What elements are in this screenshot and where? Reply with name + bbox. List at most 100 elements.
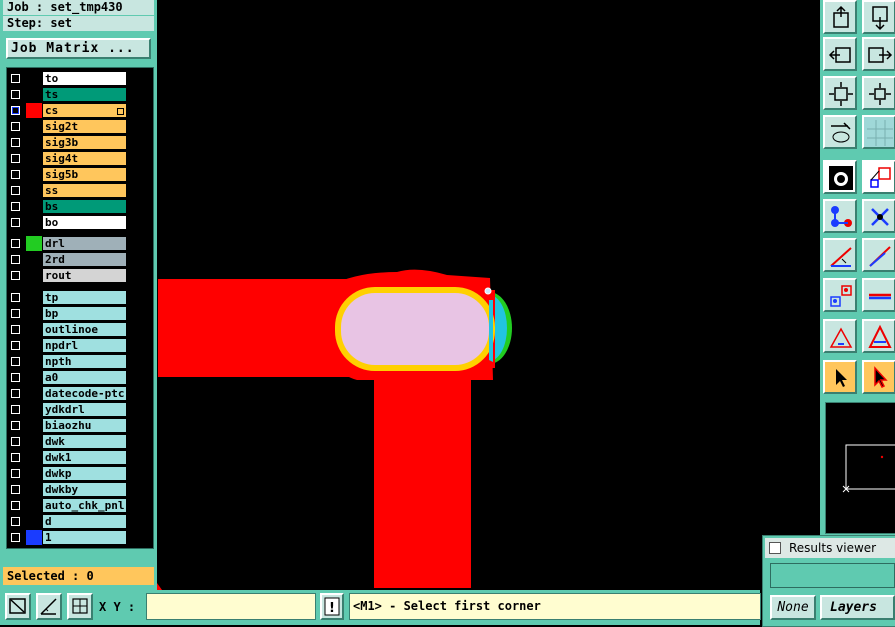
- delete-node-button[interactable]: [862, 199, 895, 233]
- layer-row[interactable]: tp: [7, 290, 132, 305]
- layer-color-swatch[interactable]: [26, 466, 42, 481]
- layer-checkbox[interactable]: [11, 271, 20, 280]
- layer-color-swatch[interactable]: [26, 103, 42, 118]
- layer-color-swatch[interactable]: [26, 306, 42, 321]
- layer-color-swatch[interactable]: [26, 514, 42, 529]
- layer-row[interactable]: bo: [7, 215, 132, 230]
- layer-name[interactable]: sig2t: [42, 119, 127, 134]
- layer-name[interactable]: to: [42, 71, 127, 86]
- layer-row[interactable]: npth: [7, 354, 132, 369]
- pan-left-button[interactable]: [823, 37, 857, 71]
- layer-name[interactable]: bp: [42, 306, 127, 321]
- layer-checkbox[interactable]: [11, 405, 20, 414]
- layer-row[interactable]: dwk1: [7, 450, 132, 465]
- layer-name[interactable]: bs: [42, 199, 127, 214]
- layer-color-swatch[interactable]: [26, 482, 42, 497]
- results-viewer-field[interactable]: [770, 563, 895, 588]
- layer-name[interactable]: sig3b: [42, 135, 127, 150]
- layer-color-swatch[interactable]: [26, 236, 42, 251]
- zoom-in-button[interactable]: [862, 76, 895, 110]
- layer-checkbox[interactable]: [11, 421, 20, 430]
- layer-row[interactable]: sig3b: [7, 135, 132, 150]
- pan-down-button[interactable]: [862, 0, 895, 34]
- layer-color-swatch[interactable]: [26, 71, 42, 86]
- layer-color-swatch[interactable]: [26, 386, 42, 401]
- layer-name[interactable]: ydkdrl: [42, 402, 127, 417]
- grid-display-button[interactable]: [862, 115, 895, 149]
- grid-button[interactable]: [67, 593, 93, 620]
- layer-checkbox[interactable]: [11, 341, 20, 350]
- layer-color-swatch[interactable]: [26, 450, 42, 465]
- layer-checkbox[interactable]: [11, 255, 20, 264]
- layer-color-swatch[interactable]: [26, 498, 42, 513]
- layer-color-swatch[interactable]: [26, 338, 42, 353]
- fill-mode-button[interactable]: [823, 160, 857, 194]
- layer-color-swatch[interactable]: [26, 183, 42, 198]
- layer-checkbox[interactable]: [11, 293, 20, 302]
- layer-name[interactable]: cs: [42, 103, 127, 118]
- layer-color-swatch[interactable]: [26, 370, 42, 385]
- layer-name[interactable]: tp: [42, 290, 127, 305]
- layer-color-swatch[interactable]: [26, 151, 42, 166]
- draw-line-button[interactable]: [823, 238, 857, 272]
- layer-checkbox[interactable]: [11, 218, 20, 227]
- results-viewer-titlebar[interactable]: Results viewer: [765, 538, 895, 558]
- layer-row[interactable]: a0: [7, 370, 132, 385]
- layer-checkbox[interactable]: [11, 138, 20, 147]
- layer-color-swatch[interactable]: [26, 322, 42, 337]
- layer-color-swatch[interactable]: [26, 215, 42, 230]
- layer-row[interactable]: to: [7, 71, 132, 86]
- layer-checkbox[interactable]: [11, 74, 20, 83]
- layer-name[interactable]: auto_chk_pnl: [42, 498, 127, 513]
- layer-color-swatch[interactable]: [26, 167, 42, 182]
- layer-name[interactable]: ts: [42, 87, 127, 102]
- layer-color-swatch[interactable]: [26, 252, 42, 267]
- layer-color-swatch[interactable]: [26, 530, 42, 545]
- results-none-button[interactable]: None: [770, 595, 816, 620]
- layer-row[interactable]: sig2t: [7, 119, 132, 134]
- layer-name[interactable]: 1: [42, 530, 127, 545]
- layer-row[interactable]: 1: [7, 530, 132, 545]
- layer-row[interactable]: sig5b: [7, 167, 132, 182]
- triangle-button[interactable]: [823, 319, 857, 353]
- layer-row[interactable]: datecode-ptc: [7, 386, 132, 401]
- layer-row[interactable]: 2rd: [7, 252, 132, 267]
- layer-name[interactable]: rout: [42, 268, 127, 283]
- layer-checkbox[interactable]: [11, 469, 20, 478]
- warning-button[interactable]: !: [320, 593, 344, 620]
- pan-right-button[interactable]: [862, 37, 895, 71]
- layer-row[interactable]: ts: [7, 87, 132, 102]
- layer-row[interactable]: dwk: [7, 434, 132, 449]
- layer-row[interactable]: dwkp: [7, 466, 132, 481]
- layer-name[interactable]: sig5b: [42, 167, 127, 182]
- layer-checkbox[interactable]: [11, 186, 20, 195]
- layer-checkbox[interactable]: [11, 309, 20, 318]
- triangle-alt-button[interactable]: [862, 319, 895, 353]
- layer-checkbox[interactable]: [11, 325, 20, 334]
- layer-name[interactable]: dwkp: [42, 466, 127, 481]
- layer-name[interactable]: drl: [42, 236, 127, 251]
- zoom-window-button[interactable]: [5, 593, 31, 620]
- layer-name[interactable]: npth: [42, 354, 127, 369]
- layer-name[interactable]: dwk: [42, 434, 127, 449]
- layer-name[interactable]: a0: [42, 370, 127, 385]
- connect-button[interactable]: [823, 199, 857, 233]
- layer-row[interactable]: npdrl: [7, 338, 132, 353]
- layer-color-swatch[interactable]: [26, 354, 42, 369]
- layer-checkbox[interactable]: [11, 170, 20, 179]
- layer-name[interactable]: datecode-ptc: [42, 386, 127, 401]
- job-matrix-button[interactable]: Job Matrix ...: [6, 38, 151, 59]
- layer-name[interactable]: dwk1: [42, 450, 127, 465]
- layer-row[interactable]: ydkdrl: [7, 402, 132, 417]
- layer-checkbox[interactable]: [11, 533, 20, 542]
- layer-name[interactable]: d: [42, 514, 127, 529]
- pad-select-button[interactable]: [823, 278, 857, 312]
- layer-checkbox[interactable]: [11, 501, 20, 510]
- layer-checkbox[interactable]: [11, 122, 20, 131]
- layer-row[interactable]: dwkby: [7, 482, 132, 497]
- draw-arrow-button[interactable]: [862, 238, 895, 272]
- measure-button[interactable]: [36, 593, 62, 620]
- split-line-button[interactable]: [862, 278, 895, 312]
- layer-row[interactable]: ss: [7, 183, 132, 198]
- layer-color-swatch[interactable]: [26, 199, 42, 214]
